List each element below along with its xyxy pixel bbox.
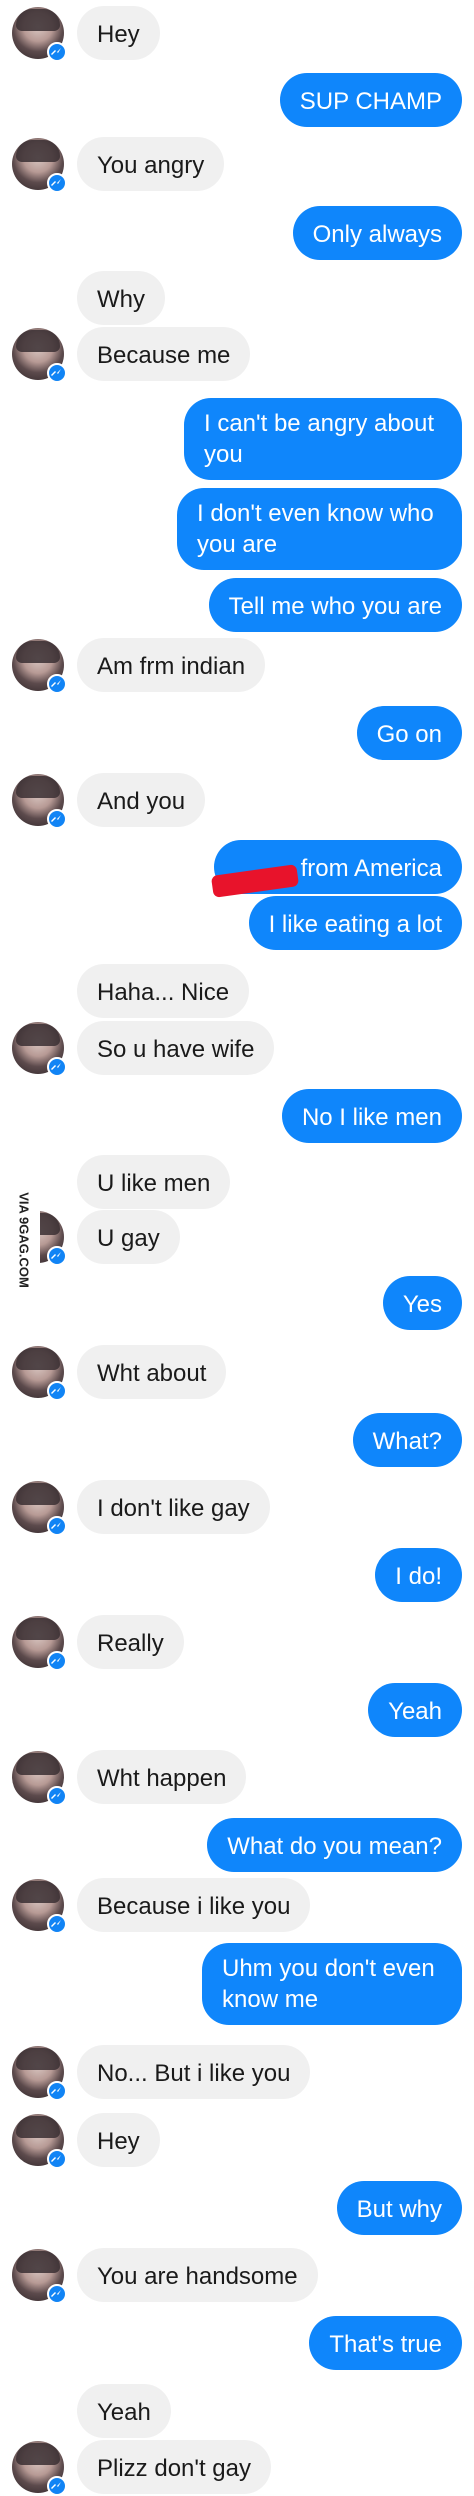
incoming-message-bubble[interactable]: Wht happen — [77, 1750, 247, 1804]
outgoing-message-bubble[interactable]: Tell me who you are — [208, 578, 462, 632]
outgoing-message-bubble[interactable]: What? — [352, 1413, 462, 1467]
messenger-badge-icon — [47, 1246, 67, 1266]
contact-avatar[interactable] — [12, 774, 67, 829]
outgoing-message-bubble[interactable]: That's true — [309, 2316, 462, 2370]
messenger-badge-icon — [47, 1057, 67, 1077]
contact-avatar[interactable] — [12, 1022, 67, 1077]
outgoing-message-bubble[interactable]: Uhm you don't even know me — [202, 1943, 462, 2025]
contact-avatar[interactable] — [12, 1616, 67, 1671]
outgoing-message-bubble[interactable]: But why — [336, 2181, 462, 2235]
outgoing-message-bubble[interactable]: I can't be angry about you — [184, 398, 462, 480]
contact-avatar[interactable] — [12, 639, 67, 694]
chat-thread: Hey SUP CHAMP You angry Only always Why Becau… — [0, 0, 474, 2496]
outgoing-message-bubble[interactable]: Yeah — [368, 1683, 462, 1737]
messenger-badge-icon — [47, 2284, 67, 2304]
incoming-message-bubble[interactable]: Really — [77, 1615, 184, 1669]
outgoing-message-bubble[interactable]: No I like men — [281, 1089, 462, 1143]
messenger-badge-icon — [47, 2081, 67, 2101]
contact-avatar[interactable] — [12, 1751, 67, 1806]
contact-avatar[interactable] — [12, 2114, 67, 2169]
outgoing-message-bubble[interactable]: SUP CHAMP — [279, 73, 462, 127]
incoming-message-bubble[interactable]: Hey — [77, 2113, 160, 2167]
outgoing-message-bubble[interactable]: I do! — [375, 1548, 462, 1602]
messenger-badge-icon — [47, 674, 67, 694]
outgoing-message-bubble[interactable]: I don't even know who you are — [177, 488, 462, 570]
contact-avatar[interactable] — [12, 328, 67, 383]
watermark: VIA 9GAG.COM — [6, 1190, 40, 1290]
incoming-message-bubble[interactable]: Wht about — [77, 1345, 227, 1399]
contact-avatar[interactable] — [12, 1346, 67, 1401]
messenger-badge-icon — [47, 42, 67, 62]
messenger-badge-icon — [47, 1651, 67, 1671]
incoming-message-bubble[interactable]: Yeah — [77, 2384, 171, 2438]
incoming-message-bubble[interactable]: No... But i like you — [77, 2045, 311, 2099]
contact-avatar[interactable] — [12, 2249, 67, 2304]
messenger-badge-icon — [47, 2149, 67, 2169]
contact-avatar[interactable] — [12, 1481, 67, 1536]
incoming-message-bubble[interactable]: Plizz don't gay — [77, 2440, 271, 2494]
contact-avatar[interactable] — [12, 2441, 67, 2496]
incoming-message-bubble[interactable]: Haha... Nice — [77, 964, 250, 1018]
watermark-text: VIA 9GAG.COM — [17, 1192, 32, 1288]
messenger-badge-icon — [47, 1516, 67, 1536]
incoming-message-bubble[interactable]: U gay — [77, 1210, 180, 1264]
contact-avatar[interactable] — [12, 7, 67, 62]
contact-avatar[interactable] — [12, 138, 67, 193]
outgoing-message-bubble[interactable]: What do you mean? — [207, 1818, 462, 1872]
incoming-message-bubble[interactable]: Because me — [77, 327, 251, 381]
incoming-message-bubble[interactable]: U like men — [77, 1155, 231, 1209]
outgoing-message-bubble[interactable]: Only always — [292, 206, 462, 260]
incoming-message-bubble[interactable]: You angry — [77, 137, 225, 191]
outgoing-message-bubble[interactable]: Yes — [382, 1276, 462, 1330]
messenger-badge-icon — [47, 1914, 67, 1934]
messenger-badge-icon — [47, 2476, 67, 2496]
contact-avatar[interactable] — [12, 1879, 67, 1934]
messenger-badge-icon — [47, 809, 67, 829]
incoming-message-bubble[interactable]: Am frm indian — [77, 638, 266, 692]
messenger-badge-icon — [47, 1381, 67, 1401]
incoming-message-bubble[interactable]: Because i like you — [77, 1878, 311, 1932]
messenger-badge-icon — [47, 173, 67, 193]
contact-avatar[interactable] — [12, 2046, 67, 2101]
messenger-badge-icon — [47, 1786, 67, 1806]
incoming-message-bubble[interactable]: Why — [77, 271, 165, 325]
messenger-badge-icon — [47, 363, 67, 383]
incoming-message-bubble[interactable]: I don't like gay — [77, 1480, 270, 1534]
incoming-message-bubble[interactable]: And you — [77, 773, 206, 827]
outgoing-message-bubble[interactable]: I like eating a lot — [248, 896, 462, 950]
outgoing-message-bubble[interactable]: Go on — [356, 706, 462, 760]
incoming-message-bubble[interactable]: You are handsome — [77, 2248, 318, 2302]
incoming-message-bubble[interactable]: Hey — [77, 6, 160, 60]
incoming-message-bubble[interactable]: So u have wife — [77, 1021, 275, 1075]
